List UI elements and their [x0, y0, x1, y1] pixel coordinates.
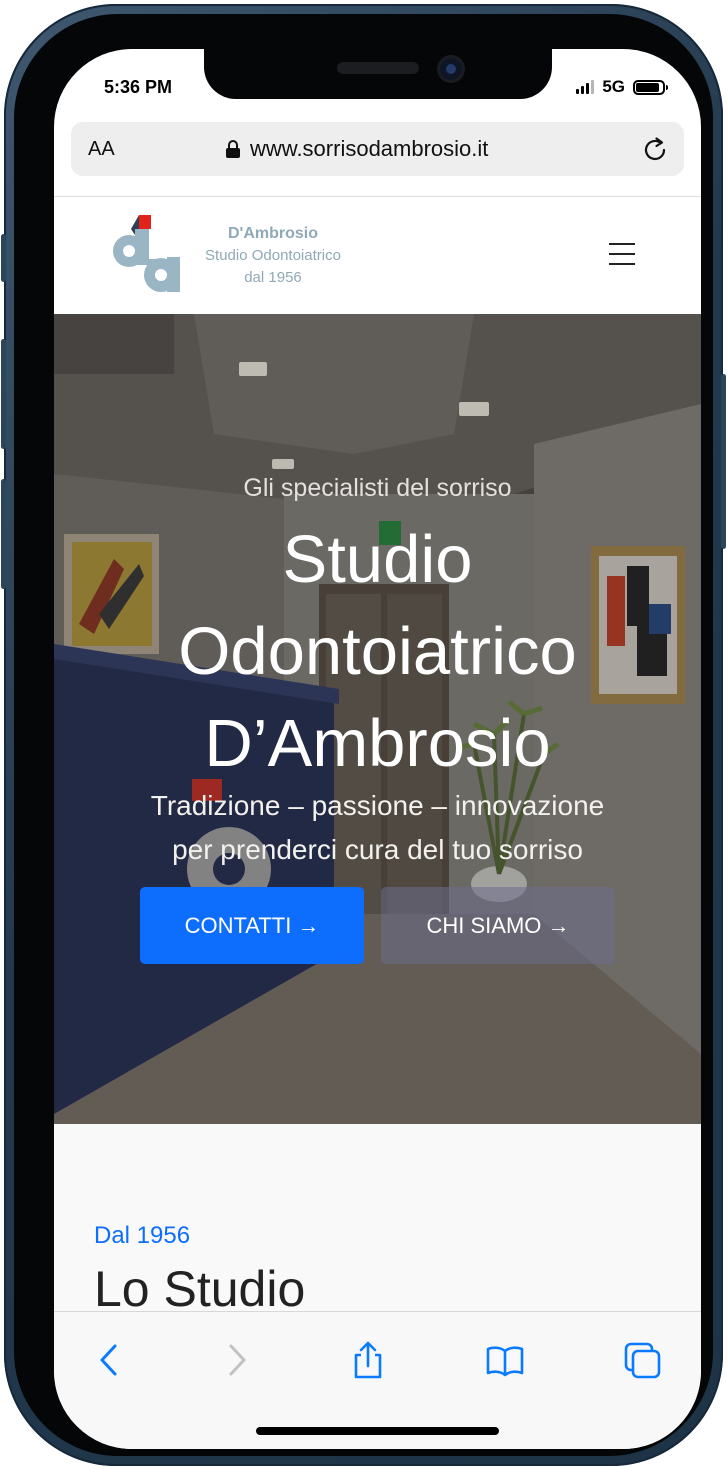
forward-icon[interactable] — [216, 1340, 256, 1380]
hero-tagline-line: per prenderci cura del tuo sorriso — [172, 834, 583, 865]
hero-subtitle: Gli specialisti del sorriso — [243, 474, 512, 502]
logo-name: D'Ambrosio — [227, 225, 319, 242]
front-camera — [440, 58, 462, 80]
home-indicator[interactable] — [256, 1427, 499, 1435]
url-display[interactable]: www.sorrisodambrosio.it — [226, 136, 488, 162]
signal-icon — [576, 80, 595, 94]
share-icon[interactable] — [348, 1340, 388, 1380]
reload-icon[interactable] — [640, 134, 670, 164]
volume-up-button — [1, 339, 6, 449]
hero-title-line: D’Ambrosio — [204, 706, 551, 781]
menu-icon[interactable] — [609, 241, 635, 267]
notch — [204, 49, 552, 99]
bookmarks-icon[interactable] — [485, 1340, 525, 1380]
about-section: Dal 1956 Lo Studio — [54, 1124, 701, 1324]
chi-siamo-button[interactable]: CHI SIAMO → — [381, 887, 615, 964]
network-label: 5G — [602, 77, 625, 96]
mute-switch — [1, 234, 6, 282]
url-text: www.sorrisodambrosio.it — [250, 136, 489, 161]
hero-title-line: Odontoiatrico — [178, 614, 577, 689]
logo-tagline: Studio Odontoiatrico — [205, 247, 341, 264]
screen: 5:36 PM 5G AA www.sorrisodambrosio.it D'… — [54, 49, 701, 1449]
hero-title: Studio Odontoiatrico D’Ambrosio — [54, 514, 701, 790]
phone-frame: 5:36 PM 5G AA www.sorrisodambrosio.it D'… — [1, 4, 726, 1466]
hero-section: Gli specialisti del sorriso Studio Odont… — [54, 314, 701, 1124]
hero-tagline: Tradizione – passione – innovazione per … — [54, 784, 701, 872]
section-kicker: Dal 1956 — [94, 1222, 191, 1249]
section-title: Lo Studio — [94, 1261, 306, 1317]
address-bar[interactable]: AA www.sorrisodambrosio.it — [71, 122, 684, 176]
volume-down-button — [1, 479, 6, 589]
logo-since: dal 1956 — [244, 269, 302, 286]
logo-mark[interactable] — [109, 215, 185, 295]
screen-bezel: 5:36 PM 5G AA www.sorrisodambrosio.it D'… — [14, 14, 713, 1456]
status-time: 5:36 PM — [104, 77, 173, 97]
logo-text[interactable]: D'Ambrosio Studio Odontoiatrico dal 1956 — [190, 223, 356, 289]
hero-title-line: Studio — [282, 522, 473, 597]
hero-tagline-line: Tradizione – passione – innovazione — [150, 790, 605, 821]
text-size-label: AA — [88, 138, 115, 160]
lock-icon — [226, 140, 240, 158]
status-indicators: 5G — [576, 77, 668, 97]
text-size-button[interactable]: AA — [88, 138, 115, 161]
contatti-button[interactable]: CONTATTI → — [140, 887, 364, 964]
earpiece-speaker — [337, 62, 419, 74]
site-header: D'Ambrosio Studio Odontoiatrico dal 1956 — [54, 196, 701, 315]
power-button — [721, 374, 726, 549]
back-icon[interactable] — [90, 1340, 130, 1380]
tabs-icon[interactable] — [622, 1340, 662, 1380]
battery-icon — [633, 79, 668, 95]
